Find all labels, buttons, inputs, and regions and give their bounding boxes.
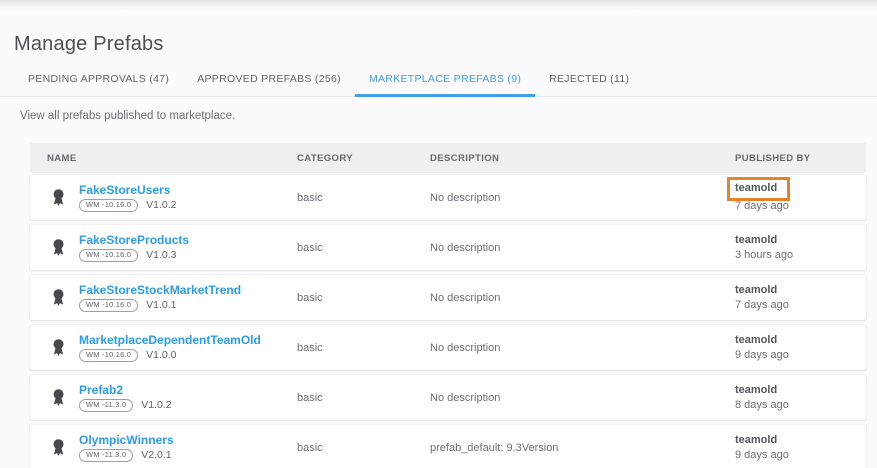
name-cell: FakeStoreStockMarketTrend WM -10.16.0 V1… <box>30 284 297 312</box>
medal-icon <box>50 438 67 457</box>
prefab-table-body: FakeStoreUsers WM -10.16.0 V1.0.2 basic … <box>30 175 866 468</box>
publisher-name: teamold <box>735 182 777 194</box>
category-cell: basic <box>297 392 430 404</box>
table-row: Prefab2 WM -11.3.0 V1.0.2 basic No descr… <box>30 375 866 420</box>
publisher-name: teamold <box>735 284 777 296</box>
prefab-version: V2.0.1 <box>141 449 171 461</box>
platform-version-badge: WM -10.16.0 <box>79 199 138 212</box>
publisher-highlight-target[interactable]: teamold <box>735 233 777 248</box>
prefab-name-link[interactable]: FakeStoreProducts <box>79 234 189 247</box>
column-header-published-by: PUBLISHED BY <box>735 153 866 164</box>
prefab-name-link[interactable]: OlympicWinners <box>79 434 174 447</box>
prefab-name-link[interactable]: FakeStoreUsers <box>79 184 177 197</box>
published-time: 9 days ago <box>735 349 789 361</box>
published-time: 9 days ago <box>735 449 789 461</box>
prefab-version: V1.0.0 <box>146 349 176 361</box>
platform-version-badge: WM -10.16.0 <box>79 249 138 262</box>
medal-icon <box>50 188 67 207</box>
publisher-name: teamold <box>735 384 777 396</box>
platform-version-badge: WM -11.3.0 <box>79 399 133 412</box>
table-row: FakeStoreProducts WM -10.16.0 V1.0.3 bas… <box>30 225 866 270</box>
published-by-cell: teamold 9 days ago <box>735 333 866 363</box>
category-cell: basic <box>297 442 430 454</box>
published-time: 7 days ago <box>735 299 789 311</box>
table-row: FakeStoreStockMarketTrend WM -10.16.0 V1… <box>30 275 866 320</box>
prefab-version: V1.0.1 <box>146 299 176 311</box>
description-cell: No description <box>430 392 735 404</box>
category-cell: basic <box>297 292 430 304</box>
publisher-name: teamold <box>735 234 777 246</box>
description-cell: No description <box>430 292 735 304</box>
platform-version-badge: WM -10.16.0 <box>79 349 138 362</box>
table-row: MarketplaceDependentTeamOld WM -10.16.0 … <box>30 325 866 370</box>
prefab-table: NAME CATEGORY DESCRIPTION PUBLISHED BY F… <box>30 143 866 468</box>
published-by-cell: teamold 7 days ago <box>735 181 866 214</box>
prefab-version: V1.0.2 <box>141 399 171 411</box>
description-cell: No description <box>430 192 735 204</box>
category-cell: basic <box>297 192 430 204</box>
table-row: OlympicWinners WM -11.3.0 V2.0.1 basic p… <box>30 425 866 468</box>
column-header-description: DESCRIPTION <box>430 153 735 164</box>
name-cell: FakeStoreUsers WM -10.16.0 V1.0.2 <box>30 184 297 212</box>
prefab-version: V1.0.2 <box>146 199 176 211</box>
prefab-version: V1.0.3 <box>146 249 176 261</box>
publisher-highlight-target[interactable]: teamold <box>735 283 777 298</box>
tab-pending-approvals[interactable]: PENDING APPROVALS (47) <box>14 73 183 97</box>
platform-version-badge: WM -10.16.0 <box>79 299 138 312</box>
description-cell: No description <box>430 342 735 354</box>
tab-rejected[interactable]: REJECTED (11) <box>535 73 643 97</box>
prefab-name-link[interactable]: FakeStoreStockMarketTrend <box>79 284 241 297</box>
table-header: NAME CATEGORY DESCRIPTION PUBLISHED BY <box>30 143 866 173</box>
category-cell: basic <box>297 342 430 354</box>
publisher-name: teamold <box>735 434 777 446</box>
published-by-cell: teamold 9 days ago <box>735 433 866 463</box>
published-by-cell: teamold 3 hours ago <box>735 233 866 263</box>
prefab-name-link[interactable]: MarketplaceDependentTeamOld <box>79 334 261 347</box>
name-cell: FakeStoreProducts WM -10.16.0 V1.0.3 <box>30 234 297 262</box>
publisher-name: teamold <box>735 334 777 346</box>
page-description: View all prefabs published to marketplac… <box>20 110 877 122</box>
publisher-highlight-target[interactable]: teamold <box>735 433 777 448</box>
name-cell: Prefab2 WM -11.3.0 V1.0.2 <box>30 384 297 412</box>
publisher-highlight-target[interactable]: teamold <box>735 383 777 398</box>
name-cell: OlympicWinners WM -11.3.0 V2.0.1 <box>30 434 297 462</box>
name-cell: MarketplaceDependentTeamOld WM -10.16.0 … <box>30 334 297 362</box>
tab-approved-prefabs[interactable]: APPROVED PREFABS (256) <box>183 73 355 97</box>
table-row: FakeStoreUsers WM -10.16.0 V1.0.2 basic … <box>30 175 866 220</box>
publisher-highlight-target[interactable]: teamold <box>727 177 790 201</box>
medal-icon <box>50 288 67 307</box>
published-by-cell: teamold 7 days ago <box>735 283 866 313</box>
medal-icon <box>50 338 67 357</box>
medal-icon <box>50 388 67 407</box>
top-toolbar-shadow <box>0 0 877 10</box>
description-cell: No description <box>430 242 735 254</box>
platform-version-badge: WM -11.3.0 <box>79 449 133 462</box>
description-cell: prefab_default: 9.3Version <box>430 442 735 454</box>
tab-bar: PENDING APPROVALS (47) APPROVED PREFABS … <box>0 70 877 97</box>
publisher-highlight-target[interactable]: teamold <box>735 333 777 348</box>
prefab-name-link[interactable]: Prefab2 <box>79 384 172 397</box>
column-header-name: NAME <box>30 153 297 164</box>
medal-icon <box>50 238 67 257</box>
tab-marketplace-prefabs[interactable]: MARKETPLACE PREFABS (9) <box>355 73 535 97</box>
column-header-category: CATEGORY <box>297 153 430 164</box>
published-time: 8 days ago <box>735 399 789 411</box>
page-title: Manage Prefabs <box>14 33 877 56</box>
category-cell: basic <box>297 242 430 254</box>
published-time: 3 hours ago <box>735 249 793 261</box>
published-by-cell: teamold 8 days ago <box>735 383 866 413</box>
published-time: 7 days ago <box>735 200 789 212</box>
